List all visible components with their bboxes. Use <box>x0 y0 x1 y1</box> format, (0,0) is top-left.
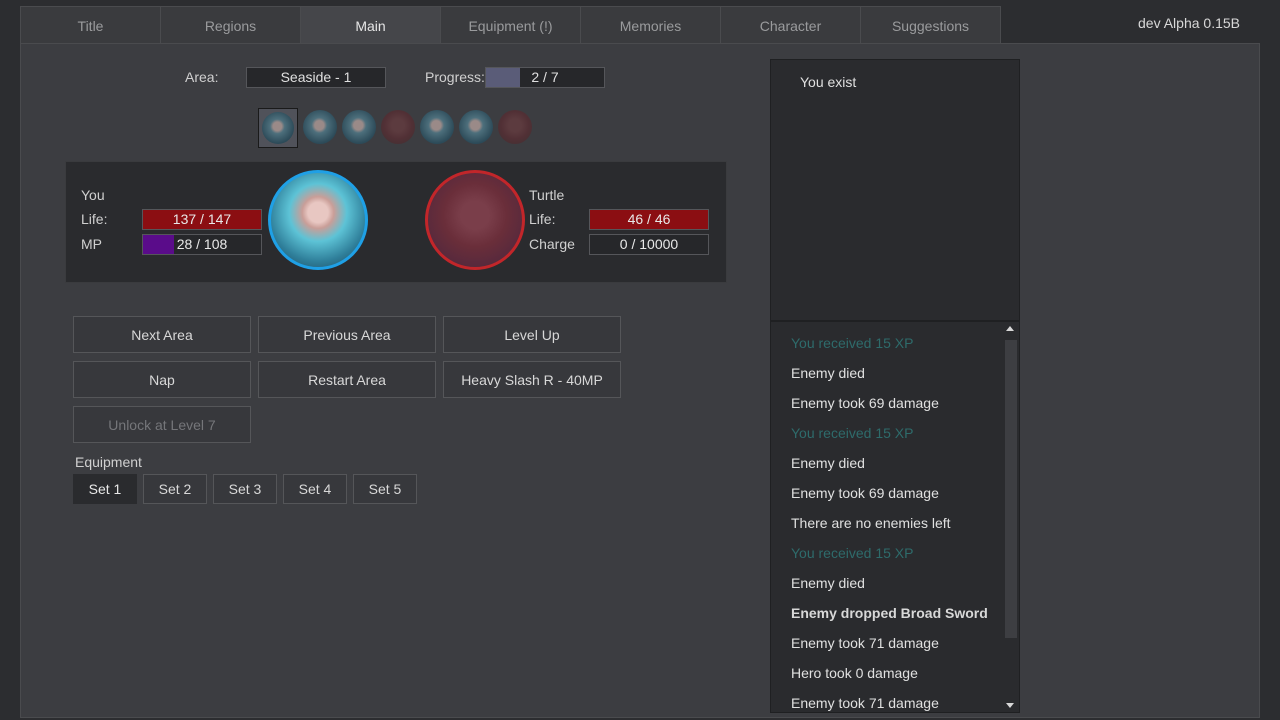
tab-bar: Title Regions Main Equipment (!) Memorie… <box>20 6 1001 45</box>
enemy-thumbnail[interactable] <box>342 110 376 144</box>
hero-mp-bar: 28 / 108 <box>142 234 262 255</box>
progress-fill <box>486 68 520 87</box>
scroll-thumb[interactable] <box>1005 340 1017 638</box>
previous-area-button[interactable]: Previous Area <box>258 316 436 353</box>
version-label: dev Alpha 0.15B <box>1138 15 1240 31</box>
enemy-thumbnail-selected[interactable] <box>258 108 298 148</box>
log-entry: You received 15 XP <box>791 545 914 561</box>
enemy-life-label: Life: <box>529 211 556 227</box>
log-scrollbar[interactable] <box>1002 322 1019 712</box>
enemy-charge-value: 0 / 10000 <box>619 236 679 252</box>
equipment-label: Equipment <box>75 454 142 470</box>
enemy-thumbnail-strip <box>258 108 532 148</box>
log-entry: You received 15 XP <box>791 425 914 441</box>
tab-suggestions[interactable]: Suggestions <box>860 6 1001 45</box>
equipment-set-2-button[interactable]: Set 2 <box>143 474 207 504</box>
hero-mp-value: 28 / 108 <box>176 236 228 252</box>
log-entry: Enemy took 71 damage <box>791 695 939 711</box>
hero-life-value: 137 / 147 <box>172 211 232 227</box>
scroll-up-icon[interactable] <box>1006 326 1014 331</box>
hero-mp-label: MP <box>81 236 102 252</box>
enemy-life-value: 46 / 46 <box>627 211 671 227</box>
hero-portrait <box>268 170 368 270</box>
log-entry: You received 15 XP <box>791 335 914 351</box>
log-entry: Enemy died <box>791 575 865 591</box>
equipment-set-4-button[interactable]: Set 4 <box>283 474 347 504</box>
log-entry: Enemy died <box>791 365 865 381</box>
equipment-set-3-button[interactable]: Set 3 <box>213 474 277 504</box>
progress-label: Progress: <box>425 69 485 85</box>
hero-name: You <box>81 187 105 203</box>
status-text: You exist <box>800 74 857 90</box>
enemy-thumbnail[interactable] <box>498 110 532 144</box>
area-value: Seaside - 1 <box>246 67 386 88</box>
enemy-thumbnail[interactable] <box>459 110 493 144</box>
log-entry: Hero took 0 damage <box>791 665 918 681</box>
log-entry: Enemy dropped Broad Sword <box>791 605 988 621</box>
enemy-thumbnail[interactable] <box>420 110 454 144</box>
status-box: You exist <box>770 59 1020 321</box>
level-up-button[interactable]: Level Up <box>443 316 621 353</box>
log-entry: Enemy took 69 damage <box>791 485 939 501</box>
log-entry: Enemy took 71 damage <box>791 635 939 651</box>
tab-title[interactable]: Title <box>20 6 160 45</box>
combat-log[interactable]: You received 15 XP Enemy died Enemy took 6… <box>770 321 1020 713</box>
log-entry: Enemy took 69 damage <box>791 395 939 411</box>
enemy-portrait <box>425 170 525 270</box>
hero-life-bar: 137 / 147 <box>142 209 262 230</box>
log-entry: There are no enemies left <box>791 515 951 531</box>
face-thumbnail-icon <box>262 112 294 144</box>
progress-value: 2 / 7 <box>531 69 559 85</box>
heavy-slash-button[interactable]: Heavy Slash R - 40MP <box>443 361 621 398</box>
equipment-set-1-button[interactable]: Set 1 <box>73 474 137 504</box>
top-bar: Title Regions Main Equipment (!) Memorie… <box>0 0 1280 45</box>
hero-life-label: Life: <box>81 211 108 227</box>
enemy-life-bar: 46 / 46 <box>589 209 709 230</box>
nap-button[interactable]: Nap <box>73 361 251 398</box>
next-area-button[interactable]: Next Area <box>73 316 251 353</box>
area-label: Area: <box>185 69 219 85</box>
tab-memories[interactable]: Memories <box>580 6 720 45</box>
hero-mp-fill <box>143 235 174 254</box>
progress-bar: 2 / 7 <box>485 67 605 88</box>
enemy-thumbnail[interactable] <box>381 110 415 144</box>
tab-regions[interactable]: Regions <box>160 6 300 45</box>
battle-panel: You Life: 137 / 147 MP 28 / 108 Turtle L… <box>65 161 727 283</box>
locked-skill-button: Unlock at Level 7 <box>73 406 251 443</box>
scroll-down-icon[interactable] <box>1006 703 1014 708</box>
equipment-set-5-button[interactable]: Set 5 <box>353 474 417 504</box>
tab-main[interactable]: Main <box>300 6 440 45</box>
restart-area-button[interactable]: Restart Area <box>258 361 436 398</box>
enemy-charge-label: Charge <box>529 236 575 252</box>
tab-character[interactable]: Character <box>720 6 860 45</box>
enemy-name: Turtle <box>529 187 565 203</box>
tab-equipment[interactable]: Equipment (!) <box>440 6 580 45</box>
main-panel: Area: Seaside - 1 Progress: 2 / 7 You Li… <box>20 43 1260 718</box>
enemy-thumbnail[interactable] <box>303 110 337 144</box>
enemy-charge-bar: 0 / 10000 <box>589 234 709 255</box>
log-entry: Enemy died <box>791 455 865 471</box>
